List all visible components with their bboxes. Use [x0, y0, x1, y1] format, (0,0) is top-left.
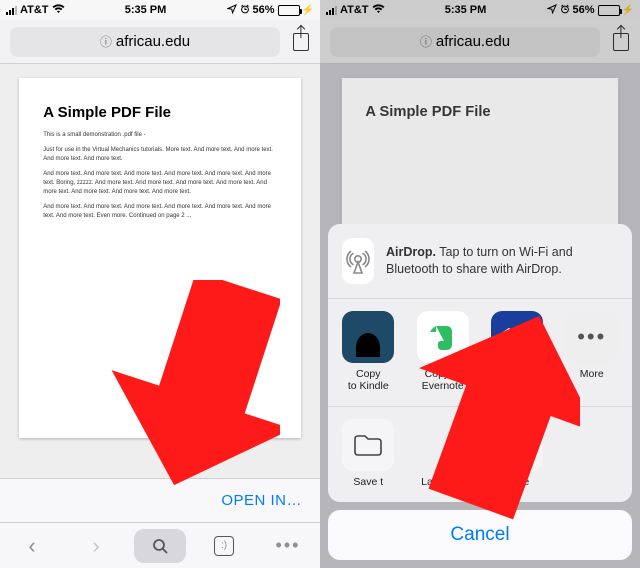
url-text: africau.edu	[436, 33, 510, 50]
battery-pct: 56%	[573, 4, 595, 16]
share-action-lastpass[interactable]: LastPass	[409, 419, 478, 488]
pdf-page: A Simple PDF File This is a small demons…	[19, 78, 301, 438]
share-apps-row: Copy to Kindle Copy to Evernote Copy to …	[328, 299, 632, 406]
tabs-button[interactable]: :)	[198, 529, 250, 563]
wifi-icon	[372, 3, 385, 17]
share-app-kindle[interactable]: Copy to Kindle	[334, 311, 403, 392]
folder-icon	[342, 419, 394, 471]
info-icon: ⓘ	[420, 33, 432, 50]
screenshot-right: AT&T 5:35 PM 56% ⚡ ⓘ africau.edu A Simpl…	[320, 0, 640, 568]
back-button[interactable]: ‹	[6, 529, 58, 563]
airdrop-text: AirDrop. Tap to turn on Wi-Fi and Blueto…	[386, 244, 618, 278]
share-app-evernote[interactable]: Copy to Evernote	[409, 311, 478, 392]
screenshot-left: AT&T 5:35 PM 56% ⚡ ⓘ africau.edu	[0, 0, 320, 568]
open-in-button[interactable]: OPEN IN…	[221, 492, 302, 509]
url-bar: ⓘ africau.edu	[320, 20, 640, 64]
location-icon	[227, 4, 237, 17]
battery-icon	[278, 5, 300, 16]
more-icon: •••	[491, 419, 543, 471]
more-button[interactable]: •••	[262, 529, 314, 563]
alarm-icon	[560, 4, 570, 17]
share-app-more[interactable]: ••• More	[558, 311, 627, 392]
share-app-dropbox[interactable]: Copy to Dropbox	[483, 311, 552, 392]
evernote-icon	[417, 311, 469, 363]
location-icon	[547, 4, 557, 17]
share-action-more[interactable]: ••• More	[483, 419, 552, 488]
share-button[interactable]	[606, 27, 636, 57]
clock: 5:35 PM	[125, 4, 167, 16]
search-button[interactable]	[134, 529, 186, 563]
url-bar: ⓘ africau.edu	[0, 20, 320, 64]
url-text: africau.edu	[116, 33, 190, 50]
cancel-button[interactable]: Cancel	[328, 510, 632, 560]
signal-icon	[6, 6, 17, 15]
bottom-toolbar: ‹ › :) •••	[0, 522, 320, 568]
address-field[interactable]: ⓘ africau.edu	[10, 27, 280, 57]
share-action-save[interactable]: Save t	[334, 419, 403, 488]
share-actions-row: Save t LastPass ••• More .	[328, 406, 632, 502]
forward-button[interactable]: ›	[70, 529, 122, 563]
status-bar: AT&T 5:35 PM 56% ⚡	[0, 0, 320, 20]
carrier-label: AT&T	[20, 4, 49, 16]
kindle-icon	[342, 311, 394, 363]
share-button[interactable]	[286, 27, 316, 57]
airdrop-icon	[342, 238, 374, 284]
wifi-icon	[52, 3, 65, 17]
airdrop-row[interactable]: AirDrop. Tap to turn on Wi-Fi and Blueto…	[328, 224, 632, 299]
share-sheet: AirDrop. Tap to turn on Wi-Fi and Blueto…	[328, 224, 632, 560]
alarm-icon	[240, 4, 250, 17]
signal-icon	[326, 6, 337, 15]
battery-pct: 56%	[253, 4, 275, 16]
pdf-title: A Simple PDF File	[366, 103, 595, 120]
more-icon: •••	[566, 311, 618, 363]
charging-icon: ⚡	[302, 5, 314, 16]
clock: 5:35 PM	[445, 4, 487, 16]
pdf-title: A Simple PDF File	[43, 104, 277, 121]
open-in-banner: OPEN IN…	[0, 478, 320, 522]
info-icon: ⓘ	[100, 33, 112, 50]
charging-icon: ⚡	[622, 5, 634, 16]
carrier-label: AT&T	[340, 4, 369, 16]
dropbox-icon	[491, 311, 543, 363]
battery-icon	[598, 5, 620, 16]
status-bar: AT&T 5:35 PM 56% ⚡	[320, 0, 640, 20]
address-field[interactable]: ⓘ africau.edu	[330, 27, 600, 57]
